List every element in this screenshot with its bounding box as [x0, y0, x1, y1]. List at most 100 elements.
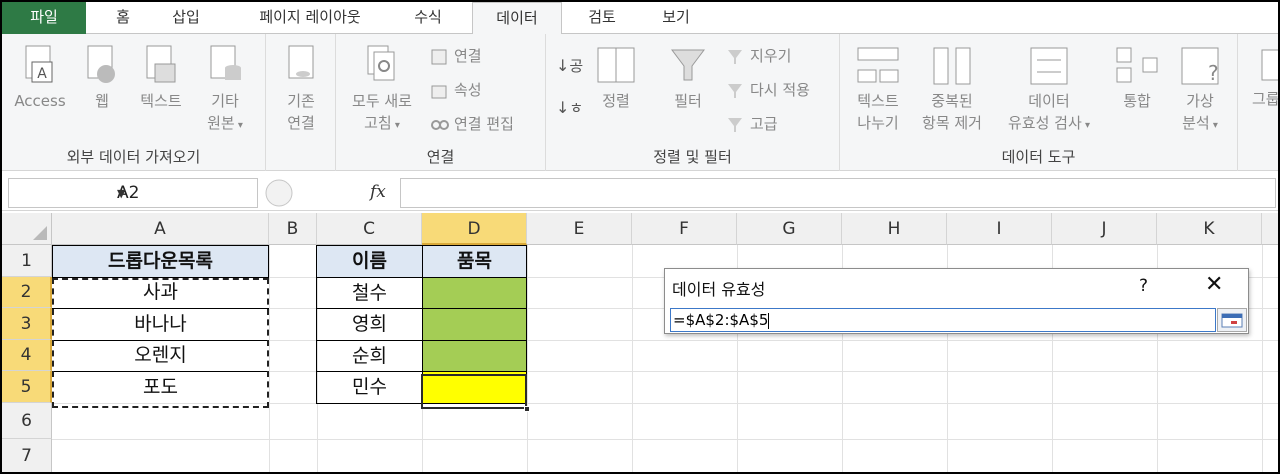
group-button[interactable]: 그룹	[1252, 44, 1278, 110]
funnel-icon	[671, 49, 705, 81]
formula-input[interactable]	[400, 178, 1276, 208]
group-label-external: 외부 데이터 가져오기	[66, 148, 201, 166]
col-header-d[interactable]: D	[422, 213, 527, 245]
group-connections: 모두 새로 고침 ▾ 연결 속성 연결 편집 연결	[336, 34, 546, 171]
row-header-7[interactable]: 7	[2, 439, 52, 472]
fx-icon[interactable]: fx	[370, 182, 386, 202]
text-to-columns-icon	[857, 47, 899, 83]
collapse-dialog-button[interactable]	[1217, 308, 1247, 332]
existing-connections-button[interactable]: 기존 연결	[274, 44, 328, 134]
tab-data[interactable]: 데이터	[472, 2, 562, 35]
properties-icon	[431, 85, 447, 98]
edit-links-button[interactable]: 연결 편집	[430, 114, 514, 134]
group-external-data: A Access 웹 텍스트 기타 원본 ▾ 외부 데이터 가져오기	[2, 34, 266, 171]
web-button[interactable]: 웹	[84, 44, 120, 112]
tab-file[interactable]: 파일	[2, 2, 86, 34]
formula-bar: A2 ▼ fx	[2, 175, 1278, 211]
remove-duplicates-icon	[933, 47, 971, 85]
col-header-k[interactable]: K	[1157, 213, 1262, 245]
sort-icon	[597, 47, 635, 83]
connections-button[interactable]: 연결	[430, 46, 482, 66]
tab-home[interactable]: 홈	[106, 2, 140, 34]
row-header-1[interactable]: 1	[2, 245, 52, 277]
consolidate-button[interactable]: 통합	[1112, 44, 1162, 112]
data-validation-dialog: 데이터 유효성 ? ✕ =$A$2:$A$5	[664, 268, 1249, 334]
cell-c4[interactable]: 순희	[316, 340, 423, 372]
tab-review[interactable]: 검토	[580, 2, 624, 34]
svg-text:?: ?	[1208, 61, 1219, 85]
group-data-tools: 텍스트 나누기 중복된 항목 제거 데이터 유효성 검사 ▾ 통합 ? 가상 분…	[840, 34, 1238, 171]
row-header-2[interactable]: 2	[2, 277, 52, 308]
close-icon[interactable]: ✕	[1205, 272, 1223, 297]
chevron-down-icon[interactable]: ▼	[117, 187, 253, 200]
cell-d4[interactable]	[422, 340, 527, 372]
link-icon	[431, 119, 449, 130]
expand-dialog-icon	[1221, 313, 1243, 328]
col-header-e[interactable]: E	[527, 213, 632, 245]
filter-button[interactable]: 필터	[664, 44, 712, 112]
reapply-button[interactable]: 다시 적용	[726, 80, 810, 100]
text-button[interactable]: 텍스트	[134, 44, 188, 112]
sort-ascending-button[interactable]: ↓공	[556, 56, 583, 76]
col-header-c[interactable]: C	[317, 213, 422, 245]
properties-button[interactable]: 속성	[430, 80, 482, 100]
row-header-4[interactable]: 4	[2, 340, 52, 371]
col-header-b[interactable]: B	[269, 213, 317, 245]
ribbon: A Access 웹 텍스트 기타 원본 ▾ 외부 데이터 가져오기 기존 연결…	[2, 34, 1278, 171]
other-sources-button[interactable]: 기타 원본 ▾	[198, 44, 252, 137]
advanced-filter-button[interactable]: 고급	[726, 114, 778, 134]
data-validation-icon	[1030, 47, 1068, 85]
active-cell-selection[interactable]	[421, 374, 530, 412]
refresh-all-button[interactable]: 모두 새로 고침 ▾	[342, 44, 422, 137]
access-button[interactable]: A Access	[10, 44, 70, 112]
col-header-i[interactable]: I	[947, 213, 1052, 245]
row-header-3[interactable]: 3	[2, 308, 52, 340]
row-header-6[interactable]: 6	[2, 403, 52, 439]
advanced-filter-icon	[728, 117, 742, 132]
access-icon: A	[25, 45, 53, 83]
cell-d2[interactable]	[422, 277, 527, 309]
cell-a1[interactable]: 드롭다운목록	[52, 245, 269, 278]
cell-d3[interactable]	[422, 308, 527, 341]
col-header-f[interactable]: F	[632, 213, 737, 245]
col-header-a[interactable]: A	[52, 213, 269, 245]
what-if-analysis-button[interactable]: ? 가상 분석 ▾	[1170, 44, 1230, 137]
cell-c2[interactable]: 철수	[316, 277, 423, 309]
grip-icon	[265, 179, 293, 207]
clear-filter-button[interactable]: 지우기	[726, 46, 791, 66]
source-range-input[interactable]: =$A$2:$A$5	[670, 308, 1216, 332]
database-icon	[210, 45, 241, 80]
cell-a2[interactable]: 사과	[52, 277, 269, 308]
group-label-sort-filter: 정렬 및 필터	[653, 148, 732, 166]
cell-c1[interactable]: 이름	[316, 245, 423, 278]
group-label-data-tools: 데이터 도구	[1001, 148, 1076, 166]
col-header-h[interactable]: H	[842, 213, 947, 245]
cell-c5[interactable]: 민수	[316, 371, 423, 404]
dialog-title: 데이터 유효성	[672, 280, 766, 299]
help-icon[interactable]: ?	[1139, 276, 1148, 296]
sort-descending-button[interactable]: ↓ㅎ	[556, 98, 583, 118]
col-header-j[interactable]: J	[1052, 213, 1157, 245]
sort-button[interactable]: 정렬	[592, 44, 640, 112]
tab-page-layout[interactable]: 페이지 레이아웃	[240, 2, 380, 34]
data-validation-button[interactable]: 데이터 유효성 검사 ▾	[994, 44, 1104, 137]
cell-a3[interactable]: 바나나	[52, 308, 269, 340]
col-header-g[interactable]: G	[737, 213, 842, 245]
row-header-5[interactable]: 5	[2, 371, 52, 403]
tab-insert[interactable]: 삽입	[164, 2, 208, 34]
name-box[interactable]: A2 ▼	[8, 178, 258, 208]
spreadsheet-grid: A B C D E F G H I J K 1 2 3 4 5 6 7 드롭다운…	[2, 213, 1278, 472]
tab-formulas[interactable]: 수식	[406, 2, 450, 34]
cell-c3[interactable]: 영희	[316, 308, 423, 341]
tab-view[interactable]: 보기	[654, 2, 698, 34]
cell-d1[interactable]: 품목	[422, 245, 527, 278]
ribbon-tabs: 파일 홈 삽입 페이지 레이아웃 수식 데이터 검토 보기	[2, 2, 1278, 35]
fill-handle[interactable]	[524, 406, 530, 412]
cell-a4[interactable]: 오렌지	[52, 340, 269, 371]
cell-a5[interactable]: 포도	[52, 371, 269, 403]
formula-tools: fx	[264, 178, 400, 208]
col-header-l[interactable]	[1262, 213, 1278, 245]
select-all-corner[interactable]	[2, 213, 52, 245]
text-to-columns-button[interactable]: 텍스트 나누기	[848, 44, 908, 134]
remove-duplicates-button[interactable]: 중복된 항목 제거	[912, 44, 992, 134]
